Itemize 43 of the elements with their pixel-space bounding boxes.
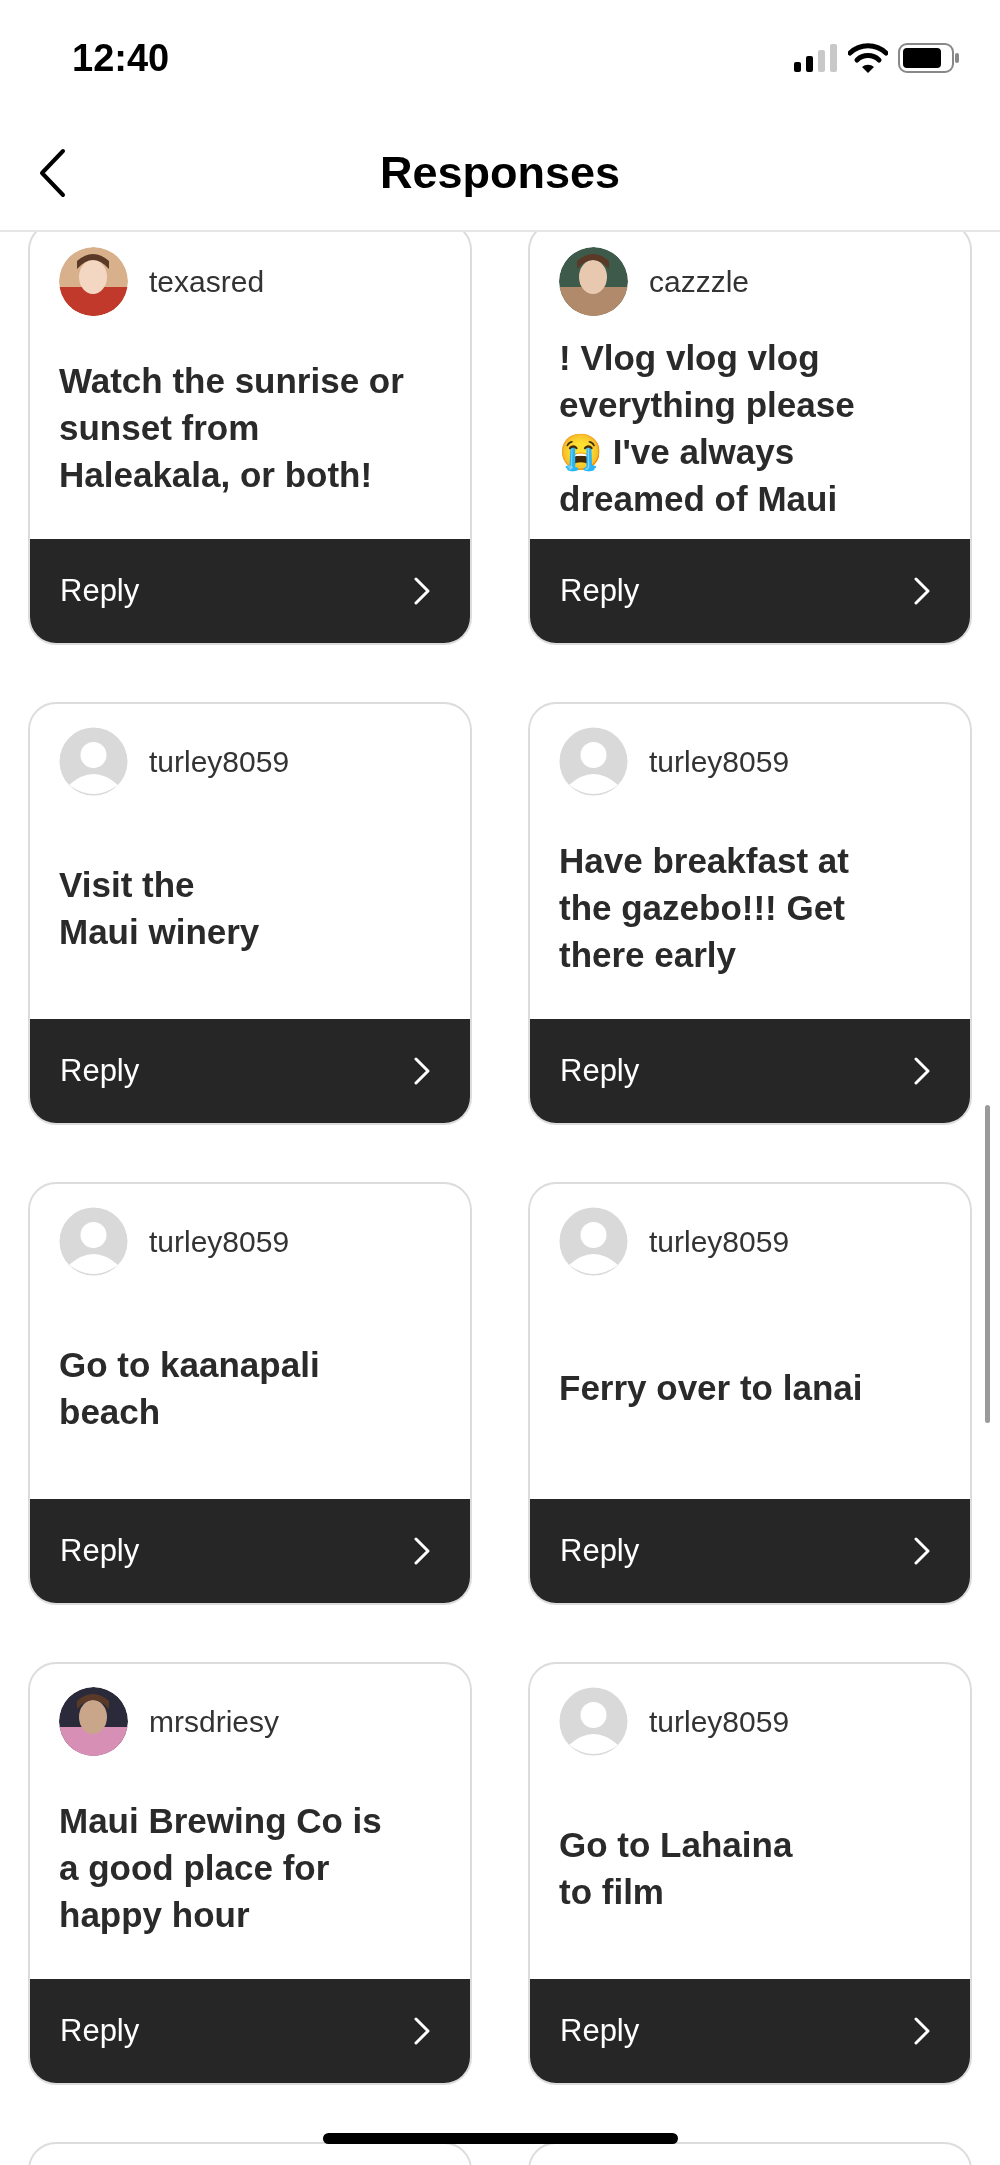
reply-button[interactable]: Reply: [30, 1499, 470, 1603]
reply-button[interactable]: Reply: [30, 1979, 470, 2083]
response-text: Maui Brewing Co is a good place for happy hour: [59, 1800, 383, 1936]
response-text: Visit the Maui winery: [59, 863, 260, 953]
chevron-right-icon: [914, 1537, 930, 1565]
wifi-icon: [848, 43, 888, 73]
response-text: ! Vlog vlog vlog everything please 😭 I've always dreamed of Maui: [559, 336, 856, 520]
avatar-placeholder-icon: [559, 1687, 628, 1756]
response-text: Go to Lahaina to film: [559, 1823, 793, 1913]
avatar-placeholder-icon: [59, 1207, 128, 1276]
chevron-right-icon: [414, 577, 430, 605]
reply-button[interactable]: Reply: [530, 539, 970, 643]
username: turley8059: [149, 744, 290, 780]
chevron-right-icon: [914, 1057, 930, 1085]
avatar-placeholder-icon: [559, 1207, 628, 1276]
reply-button[interactable]: Reply: [530, 1499, 970, 1603]
username: turley8059: [149, 1224, 290, 1260]
chevron-right-icon: [414, 2017, 430, 2045]
battery-icon: [898, 43, 960, 73]
chevron-right-icon: [414, 1537, 430, 1565]
username: turley8059: [649, 1704, 790, 1740]
status-time: 12:40: [72, 35, 170, 81]
avatar-placeholder-icon: [59, 727, 128, 796]
chevron-right-icon: [914, 2017, 930, 2045]
reply-button[interactable]: Reply: [530, 1979, 970, 2083]
response-text: Watch the sunrise or sunset from Haleakala, or both!: [59, 360, 404, 496]
response-text: Go to kaanapali beach: [59, 1343, 321, 1433]
username: turley8059: [649, 744, 790, 780]
back-icon[interactable]: [38, 148, 66, 198]
username: turley8059: [649, 1224, 790, 1260]
response-text: Ferry over to lanai: [559, 1367, 863, 1409]
signal-icon: [794, 44, 838, 72]
username: texasred: [149, 264, 265, 300]
reply-button[interactable]: Reply: [30, 1019, 470, 1123]
page-title: Responses: [379, 146, 621, 201]
reply-button[interactable]: Reply: [530, 1019, 970, 1123]
username: cazzzle: [649, 264, 750, 300]
reply-button[interactable]: Reply: [30, 539, 470, 643]
username: mrsdriesy: [149, 1704, 279, 1740]
chevron-right-icon: [414, 1057, 430, 1085]
chevron-right-icon: [914, 577, 930, 605]
response-text: Have breakfast at the gazebo!!! Get there early: [559, 840, 850, 976]
avatar-placeholder-icon: [559, 727, 628, 796]
